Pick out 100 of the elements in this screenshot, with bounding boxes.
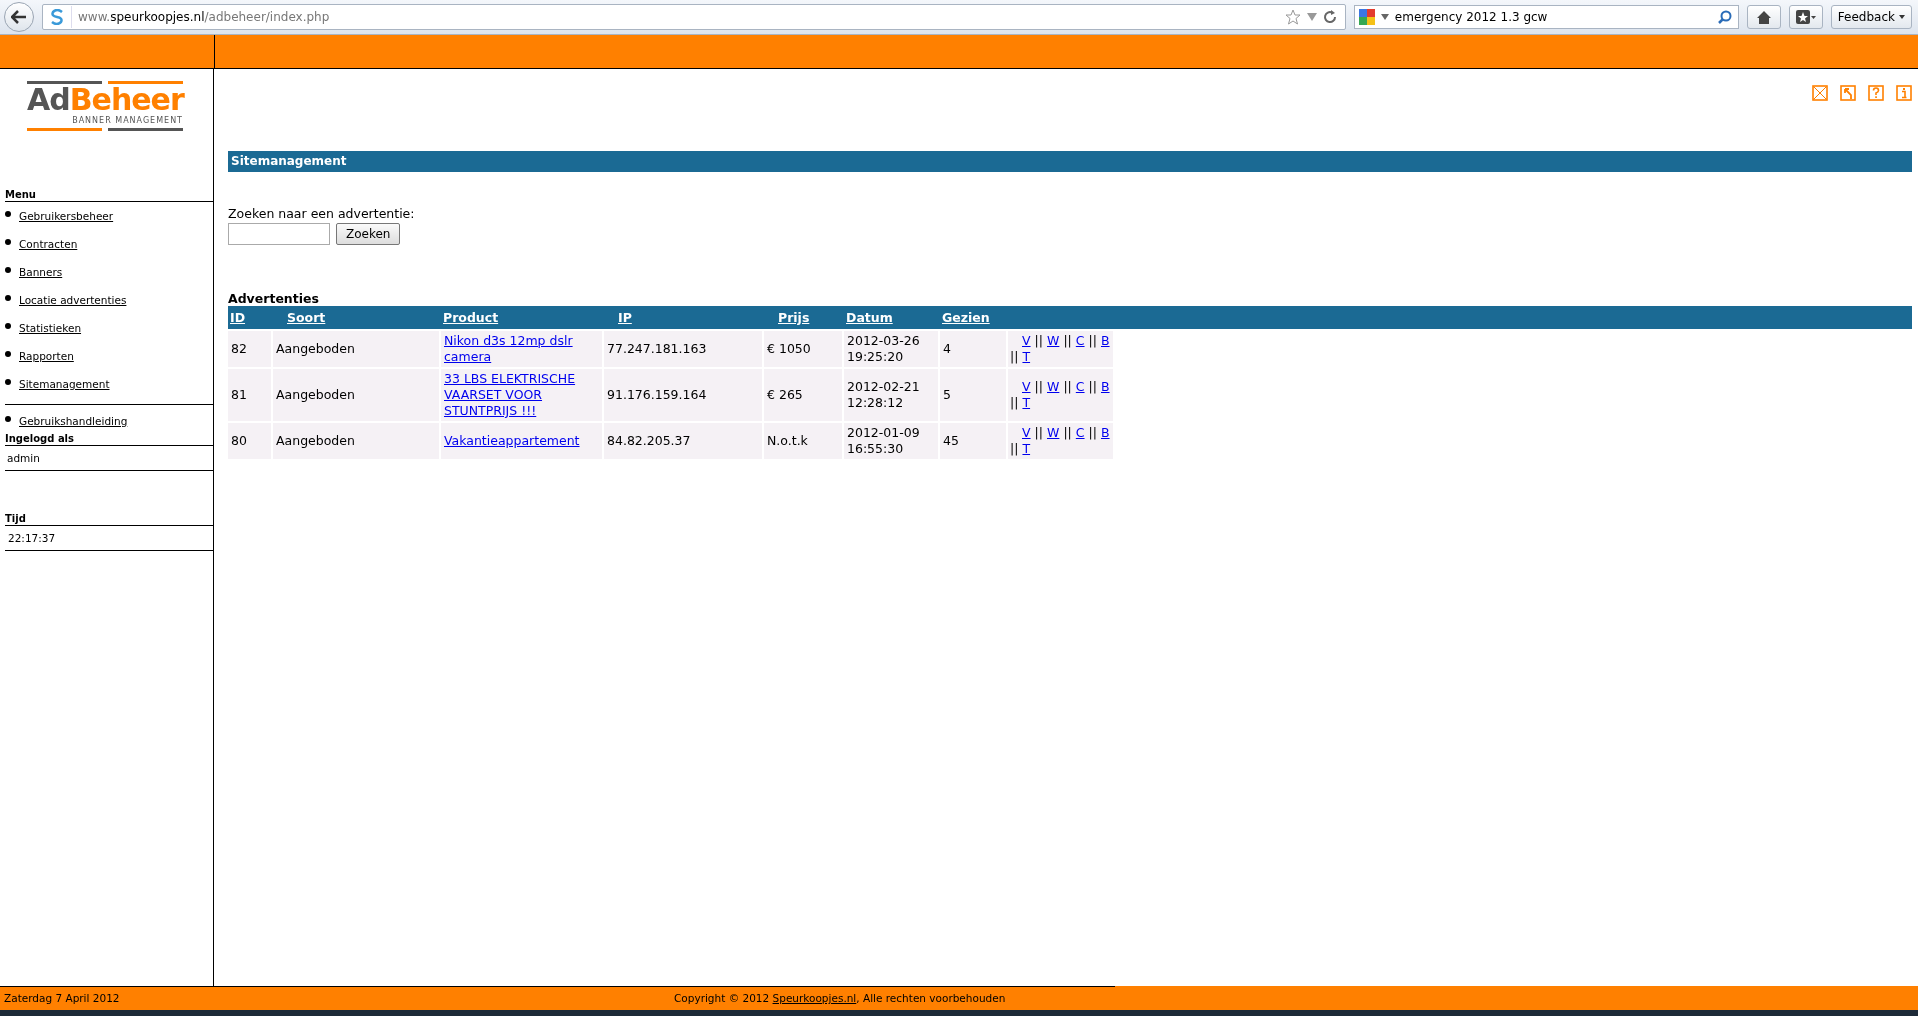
menu-item[interactable]: Locatie advertenties (5, 286, 213, 314)
action-link[interactable]: T (1022, 395, 1031, 411)
menu-item[interactable]: Statistieken (5, 314, 213, 342)
bullet-icon (5, 351, 11, 357)
separator-text: || (1088, 425, 1097, 441)
bullet-icon (5, 239, 11, 245)
action-link[interactable]: T (1022, 441, 1031, 457)
home-icon (1756, 10, 1771, 24)
menu-heading: Menu (5, 187, 213, 202)
table-cell: 84.82.205.37 (604, 423, 764, 459)
username: admin (5, 446, 213, 471)
bullet-icon (5, 295, 11, 301)
table-cell: € 265 (764, 369, 844, 421)
column-header-link[interactable]: Prijs (764, 310, 810, 325)
separator-text: || (1010, 395, 1019, 411)
menu-item[interactable]: Gebruikshandleiding (5, 411, 213, 431)
action-link[interactable]: B (1101, 425, 1110, 441)
table-cell: 77.247.181.163 (604, 331, 764, 367)
action-link[interactable]: C (1075, 425, 1085, 441)
table-cell: 2012-03-26 19:25:20 (844, 331, 940, 367)
table-title: Advertenties (228, 291, 320, 306)
action-link[interactable]: C (1075, 333, 1085, 349)
table-cell: N.o.t.k (764, 423, 844, 459)
table-cell: 2012-02-21 12:28:12 (844, 369, 940, 421)
action-link[interactable]: B (1101, 379, 1110, 395)
search-engine-icon[interactable] (1358, 9, 1375, 25)
table-cell: 81 (228, 369, 273, 421)
copyright-text: Copyright © 2012 Speurkoopjes.nl, Alle rechten voorbehouden (674, 992, 1006, 1004)
reload-icon[interactable] (1322, 10, 1337, 24)
separator-text: || (1034, 425, 1043, 441)
footer-date: Zaterdag 7 April 2012 (3, 992, 121, 1004)
listing-title-link[interactable]: Vakantieappartement (444, 433, 580, 449)
logo: AdBeheer BANNER MANAGEMENT (27, 81, 183, 131)
table-cell: 80 (228, 423, 273, 459)
separator-text: || (1088, 333, 1097, 349)
separator-text: || (1063, 333, 1072, 349)
search-field[interactable]: emergency 2012 1.3 gcw (1353, 5, 1739, 29)
action-link[interactable]: B (1101, 333, 1110, 349)
table-cell: Aangeboden (273, 369, 441, 421)
help-icon[interactable] (1868, 85, 1884, 101)
feedback-button[interactable]: Feedback (1830, 5, 1912, 29)
bullet-icon (5, 211, 11, 217)
listing-title-link[interactable]: 33 LBS ELEKTRISCHE VAARSET VOOR STUNTPRIJS !!! (444, 371, 599, 419)
separator-text: || (1088, 379, 1097, 395)
clock-time: 22:17:37 (5, 526, 213, 551)
table-cell: 5 (940, 369, 1008, 421)
action-link[interactable]: V (1022, 425, 1031, 441)
menu-item[interactable]: Contracten (5, 230, 213, 258)
action-link[interactable]: V (1022, 379, 1031, 395)
menu-item[interactable]: Banners (5, 258, 213, 286)
url-field[interactable]: www.speurkoopjes.nl/adbeheer/index.php (42, 4, 1346, 30)
table-cell: 91.176.159.164 (604, 369, 764, 421)
action-link[interactable]: W (1047, 425, 1060, 441)
caret-icon (1899, 15, 1905, 19)
separator-text: || (1063, 425, 1072, 441)
dropdown-icon[interactable] (1306, 13, 1317, 21)
action-link[interactable]: C (1075, 379, 1085, 395)
login-heading: Ingelogd als (5, 431, 213, 446)
table-cell: 45 (940, 423, 1008, 459)
column-header-link[interactable]: Gezien (940, 310, 990, 325)
action-link[interactable]: V (1022, 333, 1031, 349)
search-input[interactable] (228, 223, 330, 245)
time-heading: Tijd (5, 511, 213, 526)
close-icon[interactable] (1812, 85, 1828, 101)
bullet-icon (5, 267, 11, 273)
column-header-link[interactable]: ID (228, 310, 246, 325)
bullet-icon (5, 379, 11, 385)
column-header-link[interactable]: IP (604, 310, 632, 325)
action-link[interactable]: W (1047, 379, 1060, 395)
column-header-link[interactable]: Soort (273, 310, 326, 325)
table-cell: 2012-01-09 16:55:30 (844, 423, 940, 459)
back-button[interactable] (4, 2, 34, 32)
info-icon[interactable] (1896, 85, 1912, 101)
separator-text: || (1034, 379, 1043, 395)
menu-item[interactable]: Gebruikersbeheer (5, 202, 213, 230)
bookmark-star-icon (1795, 10, 1816, 24)
bullet-icon (5, 416, 11, 422)
site-logo-icon (50, 9, 64, 25)
listing-title-link[interactable]: Nikon d3s 12mp dslr camera (444, 333, 599, 365)
separator-text: || (1010, 349, 1019, 365)
dropdown-icon[interactable] (1380, 14, 1389, 20)
action-link[interactable]: T (1022, 349, 1031, 365)
column-header-link[interactable]: Product (441, 310, 499, 325)
search-button[interactable]: Zoeken (336, 223, 401, 245)
action-link[interactable]: W (1047, 333, 1060, 349)
home-button[interactable] (1746, 5, 1781, 29)
search-label: Zoeken naar een advertentie: (228, 206, 416, 221)
back-arrow-icon (11, 10, 27, 24)
section-header: Sitemanagement (228, 151, 1912, 172)
menu-item[interactable]: Rapporten (5, 342, 213, 370)
star-icon[interactable] (1284, 9, 1301, 25)
search-icon[interactable] (1717, 10, 1732, 24)
separator-text: || (1063, 379, 1072, 395)
table-cell: Aangeboden (273, 423, 441, 459)
bookmarks-button[interactable] (1788, 5, 1823, 29)
column-header-link[interactable]: Datum (844, 310, 893, 325)
bullet-icon (5, 323, 11, 329)
menu-item[interactable]: Sitemanagement (5, 370, 213, 398)
separator-text: || (1010, 441, 1019, 457)
table-cell: 4 (940, 331, 1008, 367)
